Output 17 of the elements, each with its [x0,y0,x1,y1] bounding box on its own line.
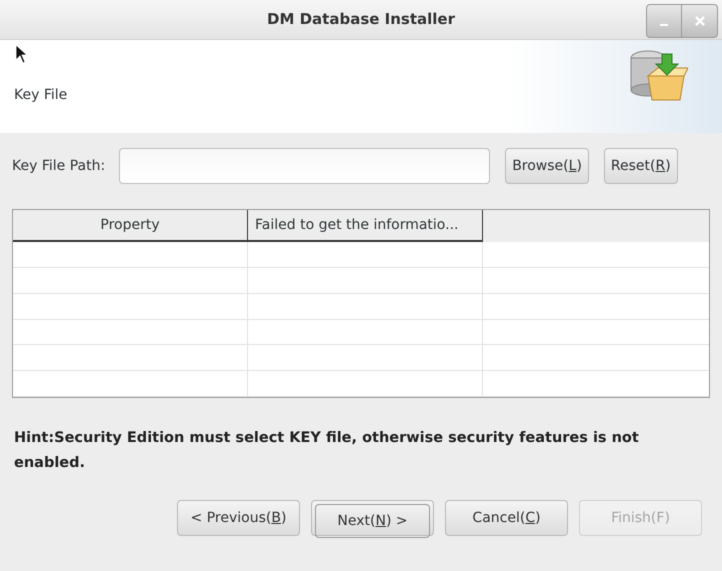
key-file-path-field[interactable] [119,148,490,184]
minimize-icon [660,24,668,26]
window-title: DM Database Installer [267,9,455,30]
close-button[interactable] [682,4,718,38]
file-button[interactable]: Reset(R) [604,148,678,184]
wizard-button[interactable]: Cancel(C) [445,500,568,536]
page-title: Key File [14,86,68,105]
minimize-button[interactable] [646,4,682,38]
hint-text: Hint:Security Edition must select KEY file, otherwise security features is not enabled. [14,429,640,473]
wizard-button[interactable]: < Previous(B) [177,500,300,536]
column-header[interactable]: Property [13,210,248,242]
file-button[interactable]: Browse(L) [505,148,589,184]
close-icon [694,16,704,26]
column-header[interactable]: Failed to get the informatio... [248,210,483,242]
wizard-button[interactable]: Next(N) > [311,500,434,536]
key-file-path-label: Key File Path: [12,156,106,176]
pointer-icon [15,44,28,64]
